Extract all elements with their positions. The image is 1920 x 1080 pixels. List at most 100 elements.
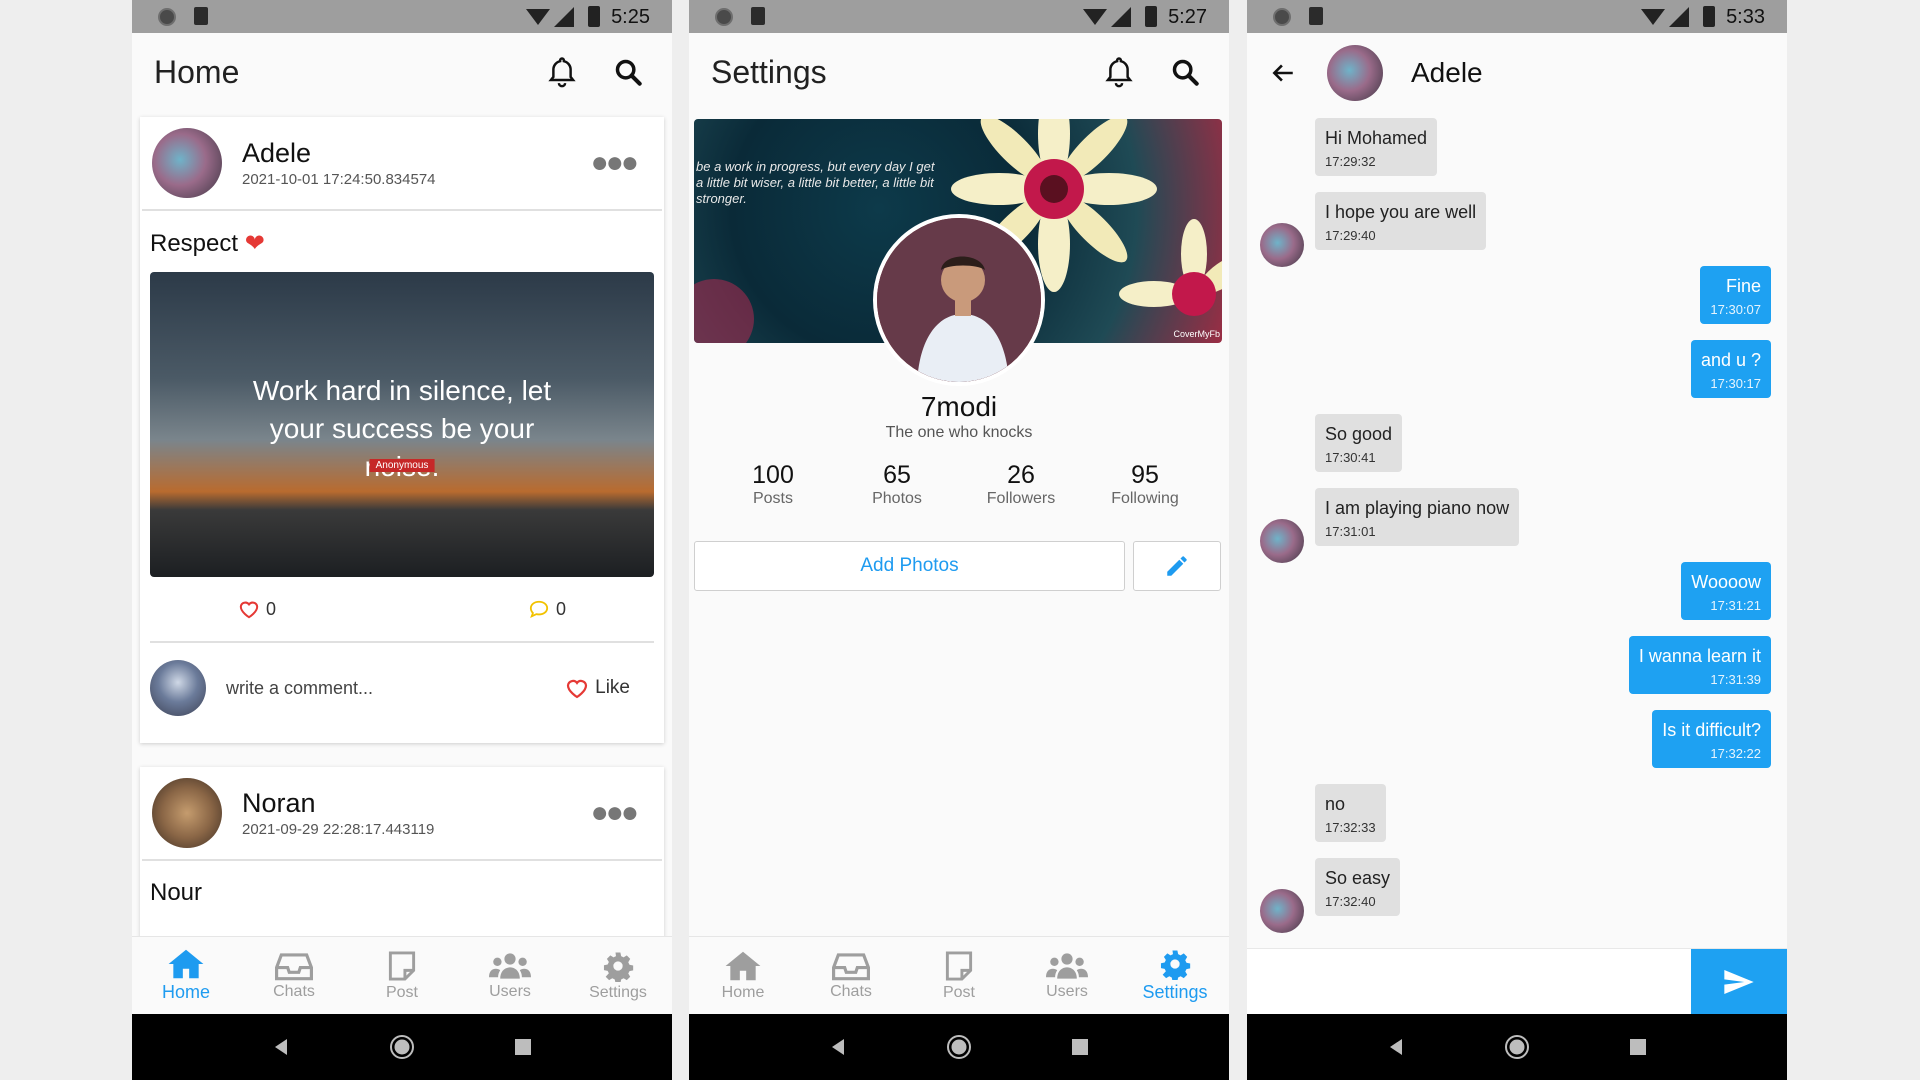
nav-post[interactable]: Post: [905, 937, 1013, 1014]
notification-dot-icon: [715, 8, 733, 26]
more-options-icon[interactable]: ●●●: [591, 798, 639, 828]
home-circle-icon[interactable]: [389, 1034, 415, 1060]
add-photos-button[interactable]: Add Photos: [694, 541, 1125, 591]
inbox-icon: [832, 952, 870, 980]
avatar[interactable]: [152, 128, 222, 198]
post-time: 2021-09-29 22:28:17.443119: [242, 821, 435, 838]
status-bar: 5:25: [132, 0, 672, 33]
signal-icon: [1111, 7, 1131, 27]
notification-dot-icon: [1273, 8, 1291, 26]
comment-count[interactable]: 0: [528, 599, 566, 620]
sd-card-icon: [194, 7, 208, 25]
comment-icon: [529, 600, 549, 619]
back-triangle-icon[interactable]: [272, 1038, 290, 1056]
nav-users[interactable]: Users: [1013, 937, 1121, 1014]
profile-name: 7modi: [920, 391, 998, 422]
message-outgoing: and u ? 17:30:17: [1690, 340, 1771, 398]
page-title: Settings: [711, 53, 827, 90]
cover-quote: be a work in progress, but every day I g…: [696, 159, 935, 206]
post-time: 2021-10-01 17:24:50.834574: [242, 171, 436, 188]
status-bar: 5:33: [1247, 0, 1787, 33]
post-author[interactable]: Adele: [242, 138, 591, 169]
pencil-icon: [1167, 556, 1187, 576]
comment-row: write a comment... Like: [140, 643, 664, 733]
image-quote-author: Anonymous: [369, 459, 435, 472]
status-bar: 5:27: [689, 0, 1229, 33]
recents-square-icon[interactable]: [1629, 1038, 1647, 1056]
bottom-nav: Home Chats Post Users Settings: [689, 936, 1229, 1014]
avatar: [1260, 889, 1304, 933]
like-button[interactable]: Like: [565, 677, 630, 699]
post-author[interactable]: Noran: [242, 788, 591, 819]
back-triangle-icon[interactable]: [1387, 1038, 1405, 1056]
heart-outline-icon: [567, 679, 588, 699]
profile-counts: 100 Posts 65 Photos 26 Followers 95 Followin…: [689, 461, 1229, 508]
gear-icon: [1160, 950, 1191, 980]
post-card: Noran 2021-09-29 22:28:17.443119 ●●● Nou…: [140, 767, 664, 964]
cover-credit: CoverMyFb: [1173, 329, 1220, 339]
status-time: 5:33: [1726, 6, 1765, 28]
search-button[interactable]: [1163, 50, 1207, 94]
message-incoming: So easy 17:32:40: [1315, 858, 1401, 916]
nav-post[interactable]: Post: [348, 937, 456, 1014]
heart-outline-icon: [239, 601, 259, 619]
chat-app-bar: Adele: [1247, 33, 1787, 113]
wifi-icon: [1083, 9, 1107, 25]
home-circle-icon[interactable]: [946, 1034, 972, 1060]
count-posts[interactable]: 100 Posts: [718, 461, 828, 508]
users-icon: [1046, 952, 1088, 979]
gear-icon: [603, 951, 634, 982]
send-button[interactable]: [1691, 949, 1787, 1015]
more-options-icon[interactable]: ●●●: [591, 148, 639, 178]
nav-home[interactable]: Home: [689, 937, 797, 1014]
back-button[interactable]: [1261, 51, 1305, 95]
chat-avatar[interactable]: [1327, 45, 1383, 101]
home-circle-icon[interactable]: [1504, 1034, 1530, 1060]
post-stats: 0 0: [150, 577, 654, 643]
settings-screen: 5:27 Settings be a work in progress, but…: [689, 0, 1229, 1080]
message-outgoing: Is it difficult? 17:32:22: [1652, 710, 1771, 768]
like-count[interactable]: 0: [238, 599, 276, 620]
bell-icon: [548, 57, 576, 88]
chat-name: Adele: [1411, 57, 1483, 88]
nav-chats[interactable]: Chats: [797, 937, 905, 1014]
notifications-button[interactable]: [1097, 50, 1141, 94]
chat-screen: 5:33 Adele Hi Mohamed 17:29:32 I hope you…: [1247, 0, 1787, 1080]
nav-settings[interactable]: Settings: [564, 937, 672, 1014]
notifications-button[interactable]: [540, 50, 584, 94]
count-photos[interactable]: 65 Photos: [842, 461, 952, 508]
avatar[interactable]: [152, 778, 222, 848]
battery-icon: [588, 6, 600, 27]
comment-input[interactable]: write a comment...: [226, 678, 565, 699]
profile-avatar[interactable]: [873, 214, 1045, 386]
home-icon: [725, 951, 761, 980]
nav-chats[interactable]: Chats: [240, 937, 348, 1014]
message-input[interactable]: [1247, 949, 1691, 1015]
message-input-row: [1247, 948, 1787, 1015]
count-followers[interactable]: 26 Followers: [966, 461, 1076, 508]
feed[interactable]: Adele 2021-10-01 17:24:50.834574 ●●● Res…: [132, 111, 672, 964]
recents-square-icon[interactable]: [1071, 1038, 1089, 1056]
post-card: Adele 2021-10-01 17:24:50.834574 ●●● Res…: [140, 117, 664, 743]
nav-settings[interactable]: Settings: [1121, 937, 1229, 1014]
signal-icon: [554, 7, 574, 27]
users-icon: [489, 952, 531, 979]
post-image[interactable]: Work hard in silence, let your success b…: [150, 272, 654, 577]
recents-square-icon[interactable]: [514, 1038, 532, 1056]
back-triangle-icon[interactable]: [829, 1038, 847, 1056]
search-button[interactable]: [606, 50, 650, 94]
home-icon: [168, 949, 204, 979]
bell-icon: [1105, 57, 1133, 88]
avatar: [1260, 519, 1304, 563]
user-avatar: [150, 660, 206, 716]
post-header: Noran 2021-09-29 22:28:17.443119 ●●●: [142, 767, 662, 861]
system-nav-bar: [132, 1014, 672, 1080]
edit-profile-button[interactable]: [1133, 541, 1221, 591]
count-following[interactable]: 95 Following: [1090, 461, 1200, 508]
nav-users[interactable]: Users: [456, 937, 564, 1014]
page-title: Home: [154, 53, 240, 90]
nav-home[interactable]: Home: [132, 937, 240, 1014]
search-icon: [1172, 59, 1199, 86]
notification-dot-icon: [158, 8, 176, 26]
battery-icon: [1145, 6, 1157, 27]
